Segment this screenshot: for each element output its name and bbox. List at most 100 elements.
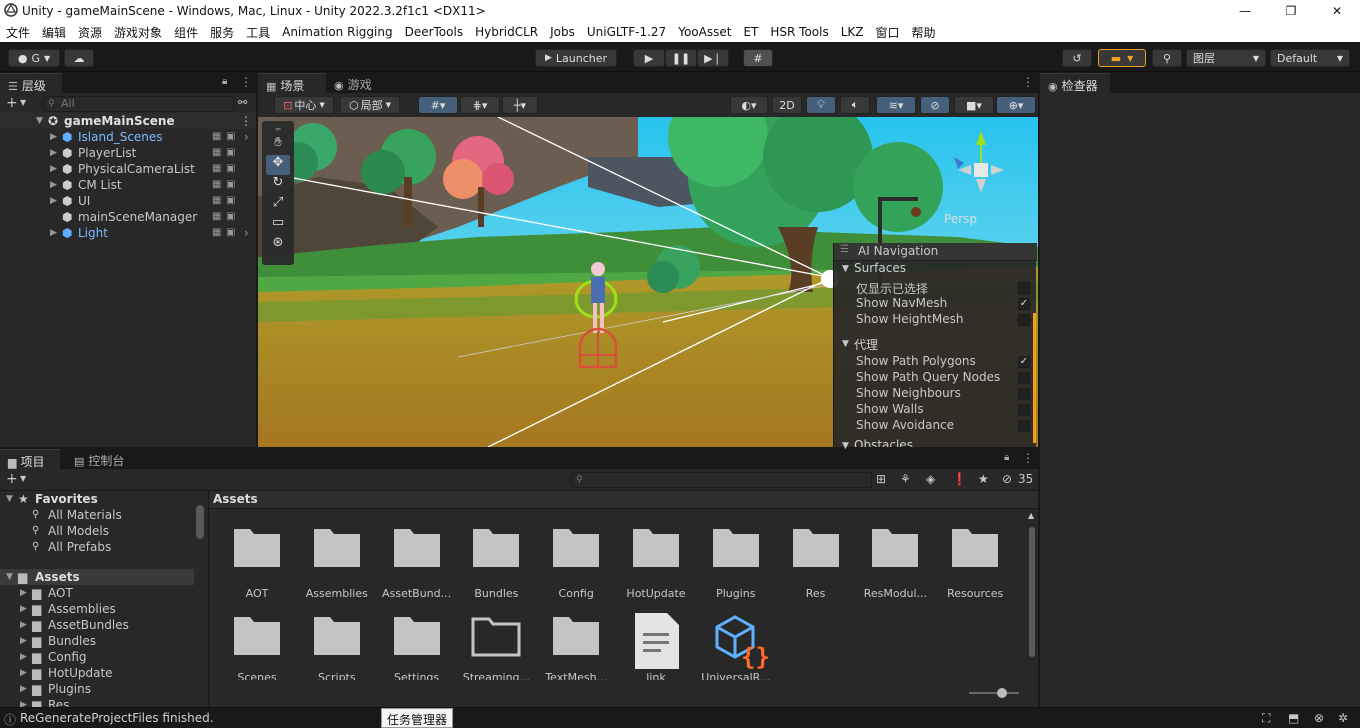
maximize-button[interactable]: ❐ [1268, 0, 1314, 22]
ai-nav-option-checkbox[interactable] [1018, 314, 1030, 326]
hierarchy-item[interactable]: ▶ ⬢ Island_Scenes ▦ ▣ › [0, 129, 256, 145]
expand-arrow-icon[interactable]: ▶ [20, 633, 27, 649]
menu-assets[interactable]: 资源 [72, 24, 108, 41]
expand-arrow-icon[interactable]: ▶ [50, 145, 57, 161]
asset-item[interactable]: link [616, 609, 696, 695]
add-icon[interactable]: + [6, 471, 18, 487]
asset-folder-row[interactable]: ▶ ▆ HotUpdate [0, 665, 194, 681]
expand-arrow-icon[interactable]: ▶ [20, 585, 27, 601]
asset-folder-row[interactable]: ▶ ▆ AOT [0, 585, 194, 601]
ai-nav-option-checkbox[interactable] [1018, 404, 1030, 416]
hidden-objects-button[interactable]: ⊘ [920, 96, 950, 114]
hierarchy-scene-row[interactable]: ▼ ✪ gameMainScene ⋮ [0, 113, 256, 129]
pickable-toggle-icon[interactable]: ▣ [226, 225, 235, 241]
layers-dropdown[interactable]: 图层 ▼ [1186, 49, 1266, 67]
step-button[interactable]: ▶❘ [697, 49, 729, 67]
chevron-right-icon[interactable]: › [244, 129, 249, 145]
project-search-input[interactable]: ⚲ [572, 472, 872, 488]
chevron-down-icon[interactable]: ▼ [20, 474, 26, 483]
draw-mode-dropdown[interactable]: ◐▾ [730, 96, 768, 114]
menu-hybridclr[interactable]: HybridCLR [469, 25, 544, 39]
asset-item[interactable]: {} UniversalR... [696, 609, 776, 695]
asset-item[interactable]: AOT [217, 521, 297, 607]
pickable-toggle-icon[interactable]: ▣ [226, 177, 235, 193]
search-button[interactable]: ⚲ [1152, 49, 1182, 67]
asset-folder-row[interactable]: ▶ ▆ Res [0, 697, 194, 707]
increment-snap-dropdown[interactable]: ┼▾ [502, 96, 538, 114]
pickable-toggle-icon[interactable]: ▣ [226, 193, 235, 209]
grid-visibility-dropdown[interactable]: #▾ [418, 96, 458, 114]
expand-arrow-icon[interactable]: ▼ [6, 491, 13, 507]
account-dropdown[interactable]: ● G ▼ [8, 49, 60, 67]
hand-tool-icon[interactable]: ✋︎ [266, 135, 290, 155]
asset-item[interactable]: Res [776, 521, 856, 607]
menu-lkz[interactable]: LKZ [835, 25, 870, 39]
hierarchy-item[interactable]: ▶ ⬢ PhysicalCameraList ▦ ▣ [0, 161, 256, 177]
asset-item[interactable]: AssetBund... [377, 521, 457, 607]
asset-item[interactable]: Assemblies [297, 521, 377, 607]
lock-icon[interactable]: 🔒︎ [222, 76, 227, 87]
ai-nav-option-checkbox[interactable]: ✓ [1018, 298, 1030, 310]
menu-hsr-tools[interactable]: HSR Tools [764, 25, 834, 39]
pickable-toggle-icon[interactable]: ▣ [226, 209, 235, 225]
lock-icon[interactable]: 🔒︎ [1004, 452, 1009, 463]
rotate-tool-icon[interactable]: ↻ [266, 175, 290, 195]
menu-unigltf[interactable]: UniGLTF-1.27 [581, 25, 672, 39]
expand-arrow-icon[interactable]: ▶ [50, 161, 57, 177]
menu-jobs[interactable]: Jobs [544, 25, 581, 39]
debug-icon[interactable]: ⊗ [1314, 711, 1324, 725]
asset-item[interactable]: Resources [935, 521, 1015, 607]
asset-folder-row[interactable]: ▶ ▆ AssetBundles [0, 617, 194, 633]
transform-tool-icon[interactable]: ⊛ [266, 235, 290, 255]
ai-nav-option-checkbox[interactable] [1018, 282, 1030, 294]
visibility-toggle-icon[interactable]: ▦ [212, 209, 221, 225]
more-options-icon[interactable]: ⋮ [1022, 75, 1034, 89]
grid-scrollbar[interactable]: ▲ [1027, 511, 1037, 685]
pivot-dropdown[interactable]: ⊡ 中心 ▼ [274, 96, 334, 114]
search-scope-icon[interactable]: ⊞ [876, 472, 886, 486]
asset-item[interactable]: HotUpdate [616, 521, 696, 607]
ai-nav-option-checkbox[interactable]: ✓ [1018, 356, 1030, 368]
warning-icon[interactable]: ❗ [952, 472, 967, 486]
camera-dropdown[interactable]: ■▾ [954, 96, 994, 114]
menu-help[interactable]: 帮助 [906, 24, 942, 41]
more-options-icon[interactable]: ⋮ [240, 113, 252, 129]
tab-inspector[interactable]: ◉ 检查器 [1040, 73, 1110, 93]
hierarchy-item[interactable]: ▶ ⬢ PlayerList ▦ ▣ [0, 145, 256, 161]
expand-arrow-icon[interactable]: ▶ [50, 177, 57, 193]
cloud-button[interactable]: ☁ [64, 49, 94, 67]
lighting-button[interactable]: 💡︎ [806, 96, 836, 114]
asset-folder-row[interactable]: ▶ ▆ Bundles [0, 633, 194, 649]
history-button[interactable]: ↺ [1062, 49, 1092, 67]
hidden-packages-icon[interactable]: ⊘ [1002, 472, 1012, 486]
menu-file[interactable]: 文件 [0, 24, 36, 41]
search-by-type-icon[interactable]: ⚯ [238, 96, 247, 109]
asset-item[interactable]: Scenes [217, 609, 297, 695]
menu-services[interactable]: 服务 [204, 24, 240, 41]
drag-handle-icon[interactable]: ═ [266, 125, 290, 135]
tab-project[interactable]: ▆ 项目 [0, 449, 60, 469]
ai-navigation-header[interactable]: ☰ AI Navigation [834, 243, 1037, 261]
asset-folder-row[interactable]: ▶ ▆ Plugins [0, 681, 194, 697]
expand-arrow-icon[interactable]: ▶ [20, 601, 27, 617]
chevron-right-icon[interactable]: › [244, 225, 249, 241]
ai-nav-option-checkbox[interactable] [1018, 388, 1030, 400]
hierarchy-item[interactable]: ▶ ⬢ UI ▦ ▣ [0, 193, 256, 209]
minimize-button[interactable]: — [1222, 0, 1268, 22]
visibility-toggle-icon[interactable]: ▦ [212, 177, 221, 193]
filter-type-icon[interactable]: ⚘ [900, 472, 911, 486]
more-options-icon[interactable]: ⋮ [240, 75, 252, 89]
asset-item[interactable]: ResModul... [855, 521, 935, 607]
scale-tool-icon[interactable]: ⤢ [266, 195, 290, 215]
collapse-arrow-icon[interactable]: ▼ [842, 339, 849, 349]
scroll-up-icon[interactable]: ▲ [1028, 511, 1034, 520]
favorite-item[interactable]: ⚲ All Models [0, 523, 194, 539]
expand-arrow-icon[interactable]: ▶ [50, 225, 57, 241]
expand-arrow-icon[interactable]: ▶ [20, 665, 27, 681]
pickable-toggle-icon[interactable]: ▣ [226, 129, 235, 145]
pause-button[interactable]: ❚❚ [665, 49, 697, 67]
scroll-thumb[interactable] [1029, 527, 1035, 657]
menu-et[interactable]: ET [737, 25, 764, 39]
menu-deertools[interactable]: DeerTools [399, 25, 470, 39]
add-icon[interactable]: + [6, 95, 18, 111]
